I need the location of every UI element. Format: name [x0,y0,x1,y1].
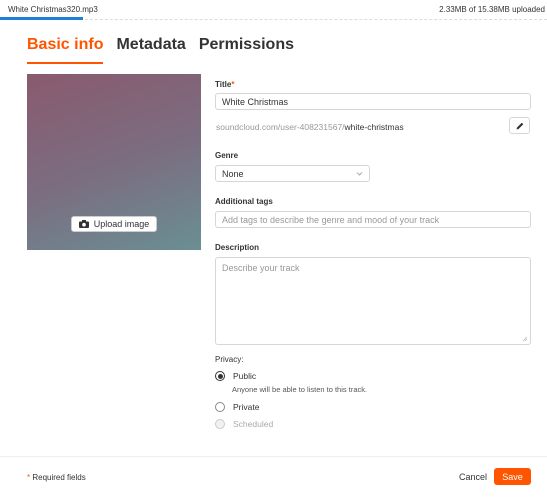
cancel-button[interactable]: Cancel [459,472,487,482]
permalink-slug: white-christmas [344,122,404,132]
tags-placeholder: Add tags to describe the genre and mood … [222,214,440,225]
radio-public[interactable] [215,371,225,381]
required-note-text: Required fields [32,473,86,482]
description-label: Description [215,243,260,252]
upload-image-button[interactable]: Upload image [71,216,157,232]
radio-scheduled-label: Scheduled [233,419,274,429]
upload-image-label: Upload image [93,219,150,229]
privacy-option-public[interactable]: Public [215,371,256,381]
edit-permalink-button[interactable] [509,117,530,134]
genre-label: Genre [215,151,239,160]
upload-progress-bar [0,17,83,20]
pencil-icon [516,122,523,129]
privacy-option-scheduled: Scheduled [215,419,273,429]
title-value: White Christmas [222,96,289,107]
genre-select[interactable]: None [215,165,370,182]
resize-grip-icon[interactable] [522,336,528,342]
title-label: Title* [215,80,234,89]
tab-bar: Basic info Metadata Permissions [27,36,307,64]
upload-progress-text: 2.33MB of 15.38MB uploaded [439,5,545,14]
public-note: Anyone will be able to listen to this tr… [232,385,368,394]
title-label-text: Title [215,80,232,89]
camera-icon [78,220,89,228]
required-note-star: * [27,473,31,482]
permalink-base: soundcloud.com/user-408231567/ [216,122,345,132]
tags-label: Additional tags [215,197,273,206]
required-fields-note: * Required fields [27,473,86,482]
artwork-preview: Upload image [27,74,201,250]
chevron-down-icon [356,172,363,176]
genre-value: None [222,168,244,179]
radio-scheduled [215,419,225,429]
tags-input[interactable]: Add tags to describe the genre and mood … [215,211,531,228]
tab-permissions[interactable]: Permissions [199,36,294,62]
upload-panel: White Christmas320.mp3 2.33MB of 15.38MB… [0,0,547,501]
save-button[interactable]: Save [494,468,531,485]
privacy-label: Privacy: [215,355,244,364]
tab-metadata[interactable]: Metadata [116,36,185,62]
radio-private[interactable] [215,402,225,412]
description-textarea[interactable]: Describe your track [215,257,531,345]
permalink: soundcloud.com/user-408231567/white-chri… [216,122,404,132]
file-name: White Christmas320.mp3 [8,5,98,14]
privacy-option-private[interactable]: Private [215,402,259,412]
description-placeholder: Describe your track [222,263,300,273]
title-input[interactable]: White Christmas [215,93,531,110]
required-star: * [231,80,235,89]
radio-private-label: Private [233,402,260,412]
tab-basic-info[interactable]: Basic info [27,36,104,64]
radio-public-label: Public [233,371,257,381]
